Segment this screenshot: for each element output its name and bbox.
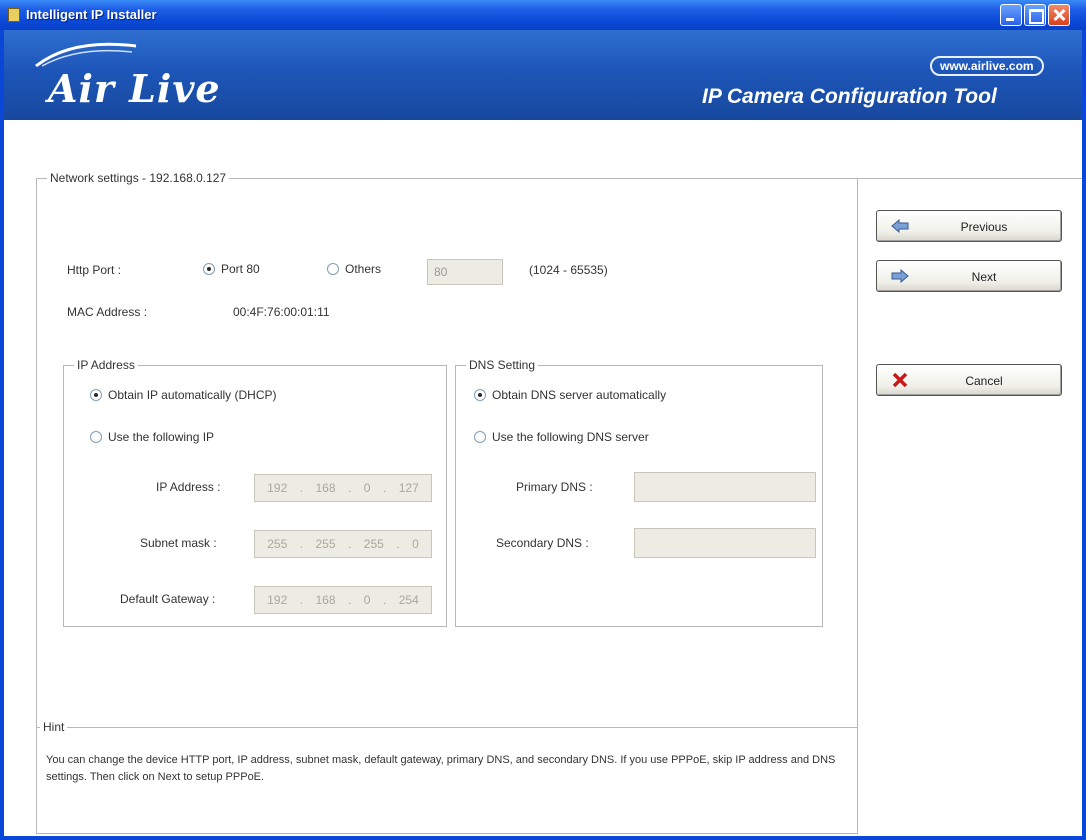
gateway-octet-1: 192 bbox=[267, 593, 288, 607]
dns-manual-label: Use the following DNS server bbox=[492, 430, 649, 444]
installer-window: Intelligent IP Installer Air Live www.ai… bbox=[0, 0, 1086, 840]
gateway-octet-4: 254 bbox=[398, 593, 419, 607]
others-label: Others bbox=[345, 262, 382, 276]
ip-address-group: IP Address Obtain IP automatically (DHCP… bbox=[63, 358, 447, 627]
http-port-label: Http Port : bbox=[67, 263, 122, 277]
dns-setting-group: DNS Setting Obtain DNS server automatica… bbox=[455, 358, 823, 627]
maximize-button[interactable] bbox=[1024, 4, 1046, 26]
airlive-banner: Air Live www.airlive.com IP Camera Confi… bbox=[4, 30, 1082, 120]
cancel-button[interactable]: Cancel bbox=[876, 364, 1062, 396]
subnet-mask-label: Subnet mask : bbox=[140, 536, 217, 550]
app-icon bbox=[8, 8, 20, 22]
ip-octet-1: 192 bbox=[267, 481, 288, 495]
dns-manual-radio[interactable]: Use the following DNS server bbox=[474, 430, 649, 444]
default-gateway-field[interactable]: 192. 168. 0. 254 bbox=[254, 586, 432, 614]
primary-dns-label: Primary DNS : bbox=[516, 480, 593, 494]
octet-dot: . bbox=[299, 593, 304, 607]
arrow-left-icon bbox=[891, 219, 909, 233]
octet-dot: . bbox=[347, 537, 352, 551]
dns-auto-radio-dot[interactable] bbox=[474, 389, 486, 401]
mac-address-label: MAC Address : bbox=[67, 305, 148, 319]
ip-address-field-label: IP Address : bbox=[156, 480, 221, 494]
default-gateway-label: Default Gateway : bbox=[120, 592, 216, 606]
network-settings-legend: Network settings - 192.168.0.127 bbox=[47, 171, 230, 185]
ip-octet-2: 168 bbox=[315, 481, 336, 495]
arrow-right-icon bbox=[891, 269, 909, 283]
primary-dns-field[interactable] bbox=[634, 472, 816, 502]
port-range-hint: (1024 - 65535) bbox=[529, 263, 608, 277]
cancel-label: Cancel bbox=[965, 374, 1003, 388]
port80-label: Port 80 bbox=[221, 262, 260, 276]
static-ip-radio-dot[interactable] bbox=[90, 431, 102, 443]
port80-radio-dot[interactable] bbox=[203, 263, 215, 275]
ip-octet-3: 0 bbox=[363, 481, 371, 495]
airlive-logo: Air Live bbox=[48, 66, 221, 111]
secondary-dns-label: Secondary DNS : bbox=[496, 536, 589, 550]
octet-dot: . bbox=[347, 481, 352, 495]
octet-dot: . bbox=[382, 593, 387, 607]
ip-address-legend: IP Address bbox=[74, 358, 138, 372]
mac-address-value: 00:4F:76:00:01:11 bbox=[233, 305, 330, 319]
next-label: Next bbox=[971, 270, 997, 284]
dns-auto-radio[interactable]: Obtain DNS server automatically bbox=[474, 388, 666, 402]
ip-address-field[interactable]: 192. 168. 0. 127 bbox=[254, 474, 432, 502]
octet-dot: . bbox=[299, 537, 304, 551]
others-port-radio[interactable]: Others bbox=[327, 262, 381, 276]
dhcp-radio[interactable]: Obtain IP automatically (DHCP) bbox=[90, 388, 277, 402]
gateway-octet-2: 168 bbox=[315, 593, 336, 607]
hint-group: Hint You can change the device HTTP port… bbox=[36, 720, 858, 835]
subnet-mask-field[interactable]: 255. 255. 255. 0 bbox=[254, 530, 432, 558]
hint-text: You can change the device HTTP port, IP … bbox=[46, 754, 836, 783]
window-title: Intelligent IP Installer bbox=[26, 7, 157, 22]
subnet-octet-3: 255 bbox=[363, 537, 384, 551]
network-settings-group: Network settings - 192.168.0.127 Http Po… bbox=[36, 171, 858, 835]
dhcp-label: Obtain IP automatically (DHCP) bbox=[108, 388, 277, 402]
gateway-octet-3: 0 bbox=[363, 593, 371, 607]
dns-manual-radio-dot[interactable] bbox=[474, 431, 486, 443]
dns-auto-label: Obtain DNS server automatically bbox=[492, 388, 667, 402]
website-url: www.airlive.com bbox=[930, 56, 1044, 76]
title-bar[interactable]: Intelligent IP Installer bbox=[0, 0, 1086, 30]
subnet-octet-4: 0 bbox=[412, 537, 419, 551]
side-panel-divider bbox=[858, 178, 1082, 179]
port80-radio[interactable]: Port 80 bbox=[203, 262, 260, 276]
subnet-octet-2: 255 bbox=[315, 537, 336, 551]
close-button[interactable] bbox=[1048, 4, 1070, 26]
port-input[interactable]: 80 bbox=[427, 259, 503, 285]
dhcp-radio-dot[interactable] bbox=[90, 389, 102, 401]
octet-dot: . bbox=[382, 481, 387, 495]
minimize-button[interactable] bbox=[1000, 4, 1022, 26]
others-radio-dot[interactable] bbox=[327, 263, 339, 275]
static-ip-radio[interactable]: Use the following IP bbox=[90, 430, 214, 444]
static-ip-label: Use the following IP bbox=[108, 430, 215, 444]
client-area: Air Live www.airlive.com IP Camera Confi… bbox=[4, 30, 1082, 836]
logo-swoosh-icon bbox=[35, 42, 137, 68]
subnet-octet-1: 255 bbox=[267, 537, 288, 551]
tool-title: IP Camera Configuration Tool bbox=[702, 85, 997, 108]
octet-dot: . bbox=[396, 537, 400, 551]
x-cross-icon bbox=[892, 373, 908, 387]
octet-dot: . bbox=[347, 593, 352, 607]
secondary-dns-field[interactable] bbox=[634, 528, 816, 558]
next-button[interactable]: Next bbox=[876, 260, 1062, 292]
previous-button[interactable]: Previous bbox=[876, 210, 1062, 242]
previous-label: Previous bbox=[960, 220, 1008, 234]
ip-octet-4: 127 bbox=[398, 481, 419, 495]
octet-dot: . bbox=[299, 481, 304, 495]
hint-legend: Hint bbox=[40, 720, 68, 734]
dns-setting-legend: DNS Setting bbox=[466, 358, 539, 372]
